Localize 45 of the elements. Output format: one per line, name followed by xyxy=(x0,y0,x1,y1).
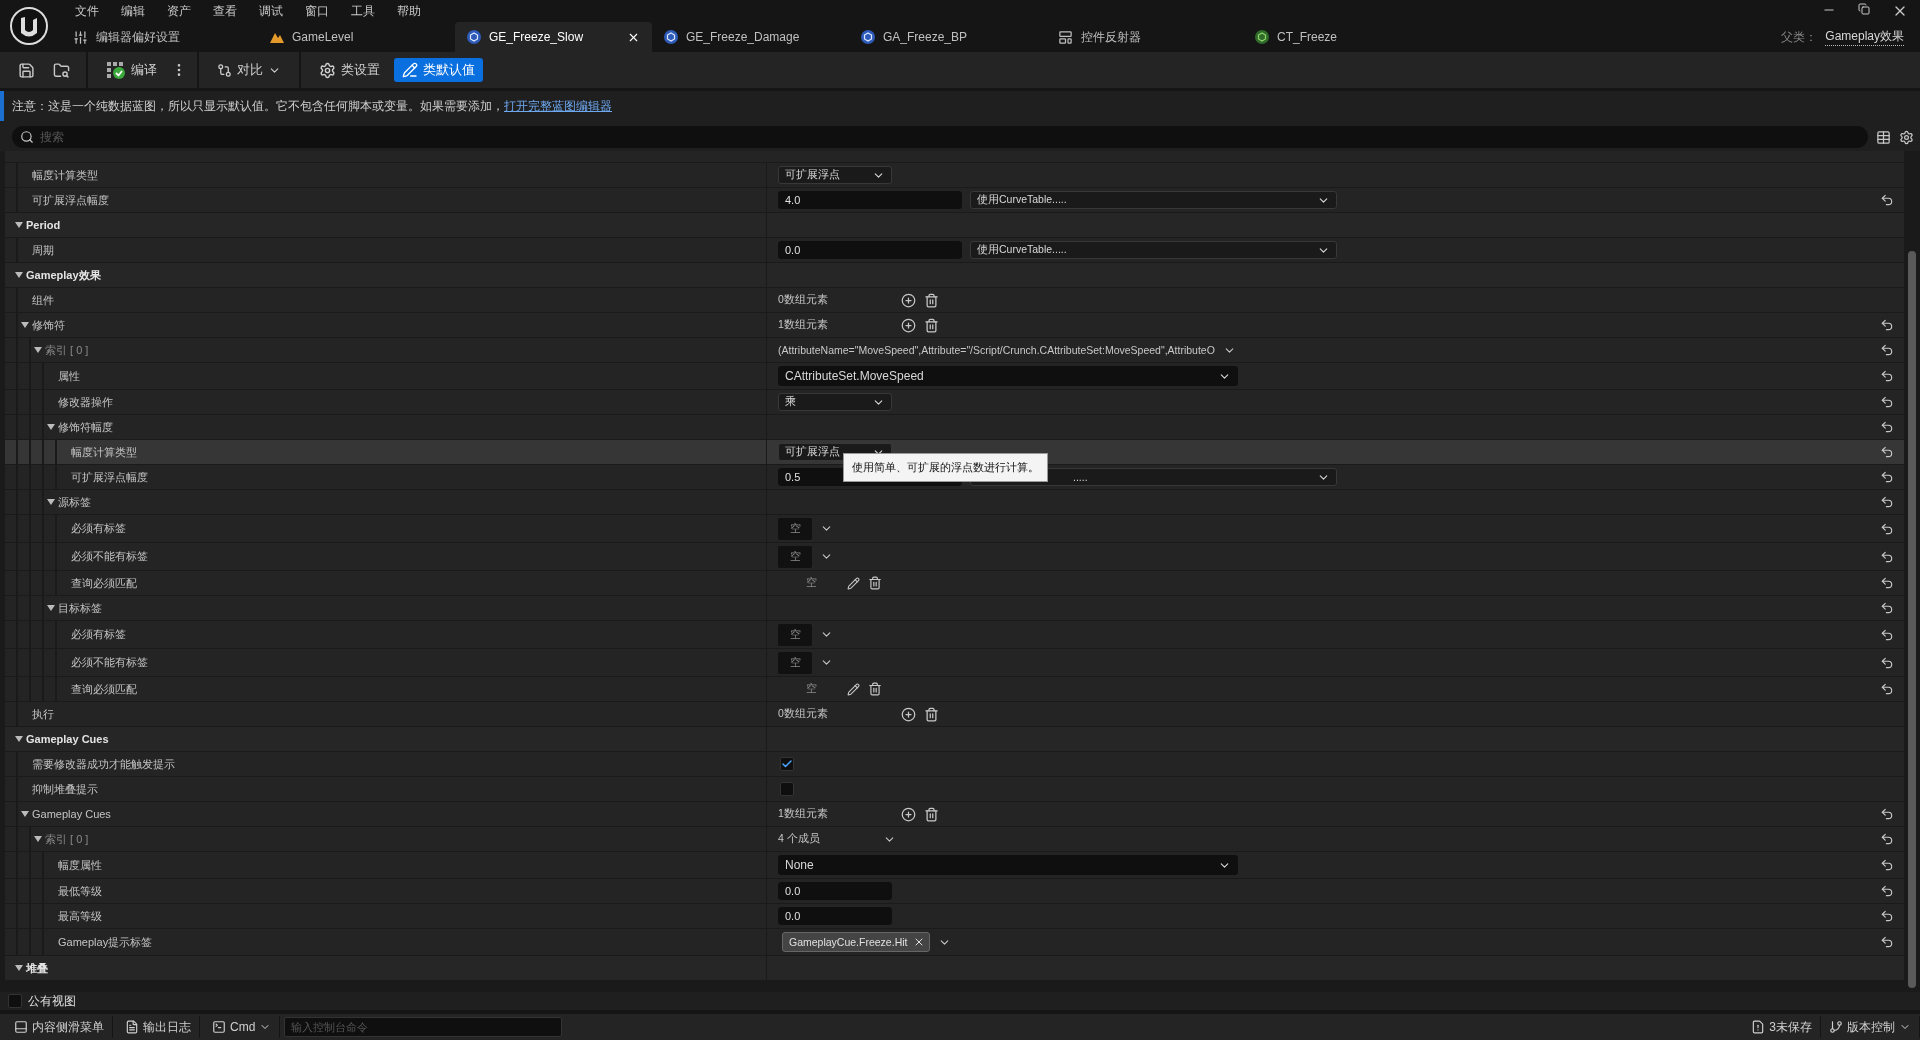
property-label: 抑制堆叠提示 xyxy=(32,781,98,797)
property-label: 必须不能有标签 xyxy=(71,655,148,670)
category-header: 堆叠 xyxy=(26,960,48,976)
property-label: 最低等级 xyxy=(58,883,102,899)
property-label: Gameplay Cues xyxy=(32,808,111,820)
query-text: 空 xyxy=(806,682,817,696)
property-label: 组件 xyxy=(32,292,54,308)
property-label: 必须有标签 xyxy=(71,627,126,642)
array-count: 1数组元素 xyxy=(778,318,829,332)
property-label: 必须有标签 xyxy=(71,521,126,536)
category-header: Period xyxy=(26,219,61,231)
parent-class-label: 父类： xyxy=(1781,28,1818,46)
tag-chip: GameplayCue.Freeze.Hit xyxy=(782,932,931,952)
property-label: 索引 [ 0 ] xyxy=(45,831,89,847)
property-label: 修饰符 xyxy=(32,317,65,333)
member-count: 4 个成员 xyxy=(778,832,821,846)
query-text: 空 xyxy=(806,576,817,590)
property-label: Gameplay提示标签 xyxy=(58,934,153,950)
property-label: 幅度属性 xyxy=(58,857,102,873)
property-label: 最高等级 xyxy=(58,908,102,924)
checkbox-label: 公有视图 xyxy=(28,992,76,1010)
property-label: 修饰符幅度 xyxy=(58,419,113,435)
property-label: 属性 xyxy=(58,368,80,384)
tooltip: 使用简单、可扩展的浮点数进行计算。 xyxy=(843,453,1048,482)
struct-summary: (AttributeName="MoveSpeed",Attribute="/Script/Crunch.CAttributeSet:MoveSpeed",AttributeO xyxy=(778,344,1215,356)
property-label: 必须不能有标签 xyxy=(71,549,148,564)
property-label: 可扩展浮点幅度 xyxy=(32,192,109,208)
property-label: 查询必须匹配 xyxy=(71,681,137,697)
array-count: 0数组元素 xyxy=(778,293,829,307)
property-label: 幅度计算类型 xyxy=(32,167,98,183)
property-label: 修改器操作 xyxy=(58,394,113,410)
property-label: 可扩展浮点幅度 xyxy=(71,469,148,485)
property-label: 目标标签 xyxy=(58,600,102,616)
property-label: 幅度计算类型 xyxy=(71,444,137,460)
property-label: 需要修改器成功才能触发提示 xyxy=(32,756,175,772)
property-label: 源标签 xyxy=(58,494,91,510)
property-label: 周期 xyxy=(32,242,54,258)
array-count: 0数组元素 xyxy=(778,707,829,721)
property-label: 查询必须匹配 xyxy=(71,575,137,591)
category-header: Gameplay效果 xyxy=(26,267,101,283)
property-label: 索引 [ 0 ] xyxy=(45,342,89,358)
array-count: 1数组元素 xyxy=(778,807,829,821)
notice-text: 注意：这是一个纯数据蓝图，所以只显示默认值。它不包含任何脚本或变量。如果需要添加，打开完整蓝图编辑器 xyxy=(12,97,612,115)
property-label: 执行 xyxy=(32,706,54,722)
category-header: Gameplay Cues xyxy=(26,733,109,745)
